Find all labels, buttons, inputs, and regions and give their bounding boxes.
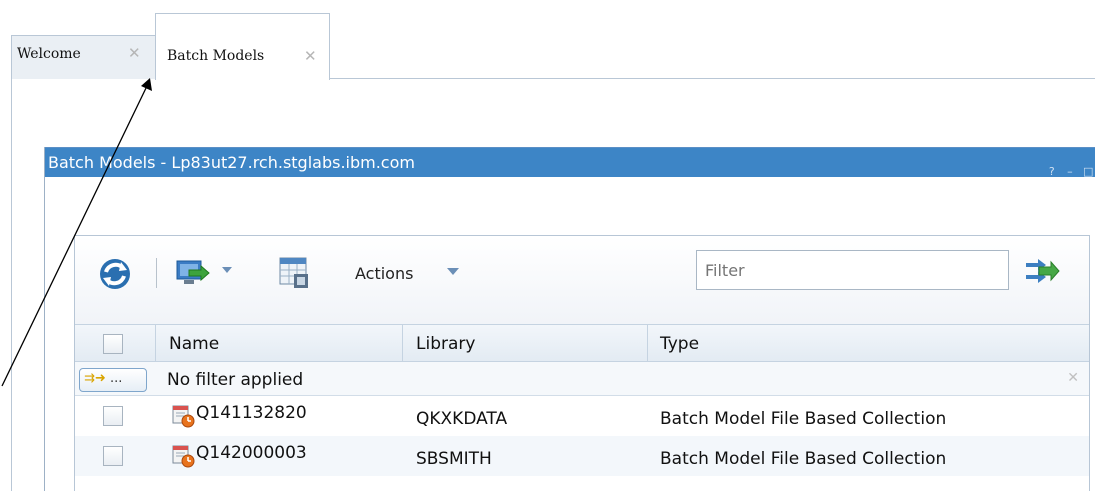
grid-toolbar: Actions <box>75 236 1089 324</box>
help-icon[interactable]: ? <box>1047 165 1057 179</box>
export-dropdown-icon[interactable] <box>222 267 232 273</box>
column-header-type[interactable]: Type <box>660 334 699 354</box>
filter-options-label: ... <box>109 371 123 386</box>
portlet-title-bar: Batch Models - Lp83ut27.rch.stglabs.ibm.… <box>45 147 1095 178</box>
filter-options-button[interactable]: ⇉➜ ... <box>79 368 147 392</box>
clear-filter-icon[interactable]: ✕ <box>1067 370 1079 386</box>
content-left-border <box>11 79 12 491</box>
filter-arrow-icon: ⇉➜ <box>84 371 106 386</box>
column-header-library[interactable]: Library <box>416 334 475 354</box>
tab-batch-models-label: Batch Models <box>167 48 265 64</box>
portlet-title: Batch Models - Lp83ut27.rch.stglabs.ibm.… <box>48 153 415 172</box>
table-header: Name Library Type <box>75 324 1089 362</box>
maximize-icon[interactable]: □ <box>1083 165 1093 179</box>
row-checkbox[interactable] <box>103 406 123 426</box>
column-divider <box>402 325 403 361</box>
row-name[interactable]: Q141132820 <box>196 403 307 423</box>
row-checkbox[interactable] <box>103 446 123 466</box>
filter-input[interactable] <box>696 250 1009 290</box>
tab-welcome[interactable]: Welcome ✕ <box>11 35 156 79</box>
refresh-icon[interactable] <box>97 256 133 292</box>
batch-model-icon <box>172 405 195 428</box>
chevron-down-icon[interactable] <box>447 268 459 275</box>
batch-models-grid: Actions Name Library Type ⇉➜ ... No filt… <box>74 235 1090 491</box>
column-divider <box>155 325 156 361</box>
export-icon[interactable] <box>175 258 213 288</box>
column-header-name[interactable]: Name <box>169 334 219 354</box>
filter-go-icon[interactable] <box>1023 254 1061 288</box>
column-divider <box>647 325 648 361</box>
portlet-controls: ? – □ <box>1044 155 1094 178</box>
batch-model-icon <box>172 445 195 468</box>
row-name[interactable]: Q142000003 <box>196 443 307 463</box>
select-all-checkbox[interactable] <box>103 334 123 354</box>
close-icon[interactable]: ✕ <box>128 46 142 61</box>
row-type: Batch Model File Based Collection <box>660 449 947 469</box>
row-library: SBSMITH <box>416 449 492 469</box>
row-library: QKXKDATA <box>416 409 508 429</box>
tab-welcome-label: Welcome <box>17 46 81 62</box>
tab-batch-models[interactable]: Batch Models ✕ <box>155 13 330 80</box>
table-row[interactable]: Q142000003 SBSMITH Batch Model File Base… <box>75 436 1089 476</box>
table-row[interactable]: Q141132820 QKXKDATA Batch Model File Bas… <box>75 396 1089 436</box>
table-columns-icon[interactable] <box>278 256 310 290</box>
tab-strip: Welcome ✕ Batch Models ✕ <box>11 13 1095 80</box>
actions-menu[interactable]: Actions <box>355 264 413 283</box>
row-type: Batch Model File Based Collection <box>660 409 947 429</box>
toolbar-separator <box>156 258 157 288</box>
close-icon[interactable]: ✕ <box>304 49 318 64</box>
minimize-icon[interactable]: – <box>1065 165 1075 179</box>
filter-status-text: No filter applied <box>167 370 304 390</box>
filter-status-row: ⇉➜ ... No filter applied ✕ <box>75 362 1089 396</box>
